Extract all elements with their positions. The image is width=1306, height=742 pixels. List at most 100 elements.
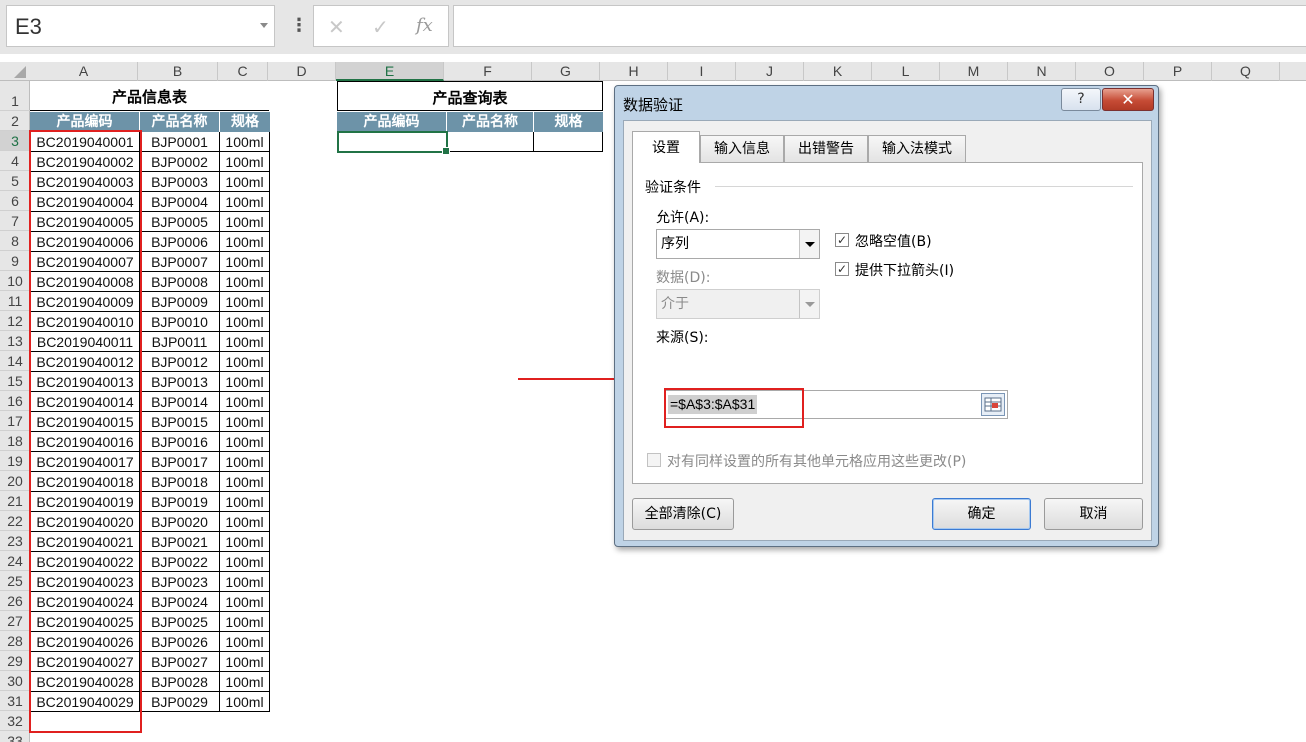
spec-cell[interactable]: 100ml — [220, 592, 270, 612]
row-header-16[interactable]: 16 — [0, 391, 30, 411]
row-header-10[interactable]: 10 — [0, 271, 30, 291]
row-header-24[interactable]: 24 — [0, 551, 30, 571]
product-name-cell[interactable]: BJP0001 — [140, 132, 220, 152]
product-name-cell[interactable]: BJP0002 — [140, 152, 220, 172]
spec-cell[interactable]: 100ml — [220, 212, 270, 232]
clear-all-button[interactable]: 全部清除(C) — [632, 498, 734, 530]
spec-cell[interactable]: 100ml — [220, 512, 270, 532]
column-header-j[interactable]: J — [736, 62, 804, 81]
spec-cell[interactable]: 100ml — [220, 192, 270, 212]
close-button[interactable]: ✕ — [1102, 88, 1154, 111]
product-name-cell[interactable]: BJP0023 — [140, 572, 220, 592]
spec-cell[interactable]: 100ml — [220, 612, 270, 632]
select-all-corner[interactable] — [0, 62, 30, 81]
column-header-l[interactable]: L — [872, 62, 940, 81]
in-cell-dropdown-checkbox[interactable]: ✓ — [835, 262, 849, 276]
column-header-d[interactable]: D — [268, 62, 336, 81]
row-header-33[interactable]: 33 — [0, 731, 30, 742]
formula-input[interactable] — [453, 5, 1306, 47]
row-header-18[interactable]: 18 — [0, 431, 30, 451]
product-name-cell[interactable]: BJP0005 — [140, 212, 220, 232]
tab-error-alert[interactable]: 出错警告 — [784, 135, 868, 162]
product-name-cell[interactable]: BJP0022 — [140, 552, 220, 572]
product-name-cell[interactable]: BJP0019 — [140, 492, 220, 512]
product-name-cell[interactable]: BJP0010 — [140, 312, 220, 332]
row-header-30[interactable]: 30 — [0, 671, 30, 691]
tab-settings[interactable]: 设置 — [632, 131, 700, 163]
spec-cell[interactable]: 100ml — [220, 472, 270, 492]
column-header-k[interactable]: K — [804, 62, 872, 81]
product-name-cell[interactable]: BJP0027 — [140, 652, 220, 672]
row-header-17[interactable]: 17 — [0, 411, 30, 431]
spec-cell[interactable]: 100ml — [220, 532, 270, 552]
product-name-cell[interactable]: BJP0016 — [140, 432, 220, 452]
row-header-4[interactable]: 4 — [0, 151, 30, 171]
product-name-cell[interactable]: BJP0007 — [140, 252, 220, 272]
row-header-6[interactable]: 6 — [0, 191, 30, 211]
product-name-cell[interactable]: BJP0028 — [140, 672, 220, 692]
row-header-8[interactable]: 8 — [0, 231, 30, 251]
row-header-1[interactable]: 1 — [0, 81, 30, 111]
row-header-20[interactable]: 20 — [0, 471, 30, 491]
allow-select[interactable]: 序列 — [656, 229, 820, 259]
product-name-cell[interactable]: BJP0017 — [140, 452, 220, 472]
spec-cell[interactable]: 100ml — [220, 132, 270, 152]
row-header-13[interactable]: 13 — [0, 331, 30, 351]
row-header-14[interactable]: 14 — [0, 351, 30, 371]
spec-cell[interactable]: 100ml — [220, 332, 270, 352]
product-name-cell[interactable]: BJP0020 — [140, 512, 220, 532]
product-name-cell[interactable]: BJP0013 — [140, 372, 220, 392]
spec-cell[interactable]: 100ml — [220, 652, 270, 672]
product-name-cell[interactable]: BJP0015 — [140, 412, 220, 432]
spec-cell[interactable]: 100ml — [220, 672, 270, 692]
column-header-a[interactable]: A — [30, 62, 138, 81]
spec-cell[interactable]: 100ml — [220, 372, 270, 392]
column-header-i[interactable]: I — [668, 62, 736, 81]
column-header-g[interactable]: G — [532, 62, 600, 81]
product-name-cell[interactable]: BJP0026 — [140, 632, 220, 652]
name-box[interactable]: E3 — [6, 5, 275, 47]
column-header-o[interactable]: O — [1076, 62, 1144, 81]
chevron-down-icon[interactable] — [799, 230, 819, 258]
row-header-31[interactable]: 31 — [0, 691, 30, 711]
row-header-26[interactable]: 26 — [0, 591, 30, 611]
spec-cell[interactable]: 100ml — [220, 352, 270, 372]
fx-icon[interactable]: fx — [416, 15, 433, 36]
tab-ime-mode[interactable]: 输入法模式 — [868, 135, 966, 162]
cancel-icon[interactable]: ✕ — [328, 15, 345, 39]
query-cell-spec[interactable] — [534, 132, 603, 152]
spec-cell[interactable]: 100ml — [220, 292, 270, 312]
chevron-down-icon[interactable] — [260, 23, 268, 28]
row-header-9[interactable]: 9 — [0, 251, 30, 271]
product-name-cell[interactable]: BJP0006 — [140, 232, 220, 252]
spec-cell[interactable]: 100ml — [220, 452, 270, 472]
product-name-cell[interactable]: BJP0003 — [140, 172, 220, 192]
row-header-5[interactable]: 5 — [0, 171, 30, 191]
spec-cell[interactable]: 100ml — [220, 432, 270, 452]
range-picker-icon[interactable] — [981, 393, 1005, 416]
spec-cell[interactable]: 100ml — [220, 252, 270, 272]
row-header-2[interactable]: 2 — [0, 111, 30, 131]
row-header-23[interactable]: 23 — [0, 531, 30, 551]
column-header-e[interactable]: E — [336, 62, 444, 81]
spec-cell[interactable]: 100ml — [220, 312, 270, 332]
column-header-p[interactable]: P — [1144, 62, 1212, 81]
product-name-cell[interactable]: BJP0018 — [140, 472, 220, 492]
row-header-15[interactable]: 15 — [0, 371, 30, 391]
ok-button[interactable]: 确定 — [932, 498, 1031, 530]
ignore-blank-checkbox[interactable]: ✓ — [835, 233, 849, 247]
row-header-27[interactable]: 27 — [0, 611, 30, 631]
product-name-cell[interactable]: BJP0014 — [140, 392, 220, 412]
active-cell-e3[interactable] — [337, 131, 450, 155]
spec-cell[interactable]: 100ml — [220, 552, 270, 572]
product-name-cell[interactable]: BJP0024 — [140, 592, 220, 612]
product-name-cell[interactable]: BJP0029 — [140, 692, 220, 712]
help-button[interactable]: ? — [1061, 88, 1101, 111]
column-header-h[interactable]: H — [600, 62, 668, 81]
row-header-19[interactable]: 19 — [0, 451, 30, 471]
spec-cell[interactable]: 100ml — [220, 692, 270, 712]
column-header-m[interactable]: M — [940, 62, 1008, 81]
spec-cell[interactable]: 100ml — [220, 492, 270, 512]
spec-cell[interactable]: 100ml — [220, 412, 270, 432]
row-header-32[interactable]: 32 — [0, 711, 30, 731]
